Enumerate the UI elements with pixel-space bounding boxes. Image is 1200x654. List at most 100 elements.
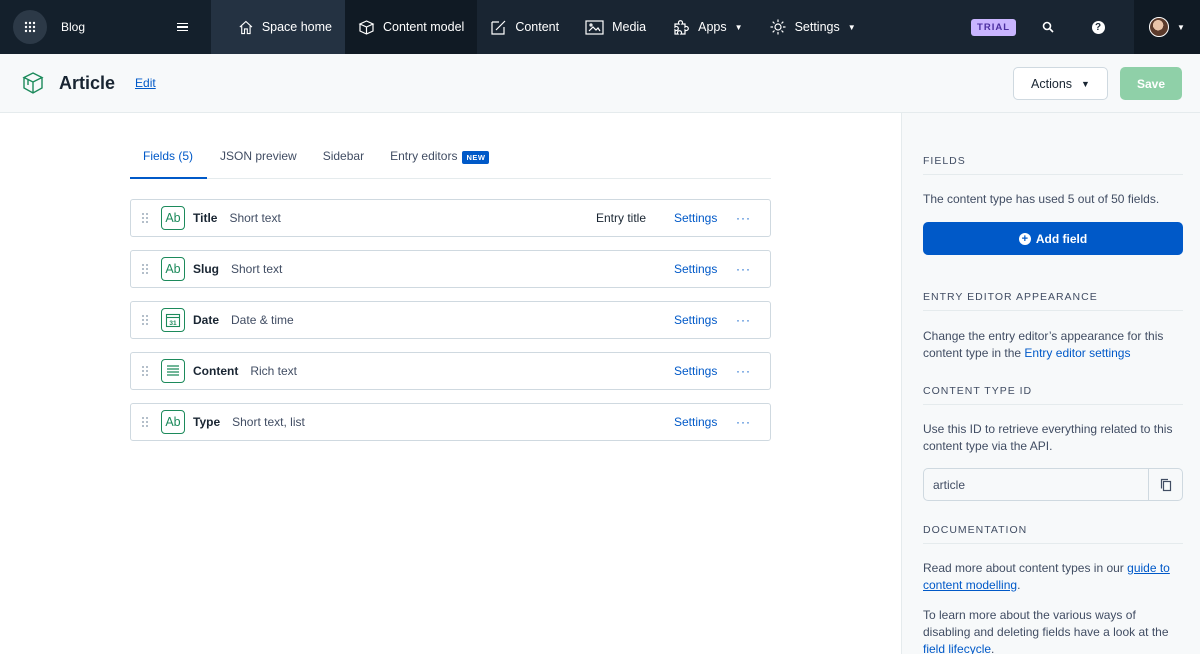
plus-icon: +	[1018, 232, 1031, 245]
nav-space-home[interactable]: Space home	[211, 0, 345, 54]
account-menu[interactable]: ▼	[1134, 0, 1200, 54]
field-type: Short text	[229, 211, 281, 225]
field-settings-link[interactable]: Settings	[674, 262, 717, 276]
gear-icon	[770, 19, 786, 35]
puzzle-icon	[674, 19, 690, 35]
content-model-icon	[358, 19, 375, 35]
nav-content-model[interactable]: Content model	[345, 0, 478, 54]
fields-usage-text: The content type has used 5 out of 50 fi…	[923, 192, 1160, 206]
calendar-icon: 31	[161, 308, 185, 332]
add-field-button[interactable]: + Add field	[923, 222, 1183, 255]
appearance-text: Change the entry editor’s appearance for…	[923, 328, 1183, 362]
field-name: Content	[193, 364, 239, 378]
tab-bar: Fields (5) JSON preview Sidebar Entry ed…	[130, 141, 771, 179]
nav-content[interactable]: Content	[477, 0, 572, 54]
content-type-id-field[interactable]: article	[923, 468, 1183, 501]
field-type: Date & time	[231, 313, 294, 327]
chevron-down-icon: ▼	[847, 22, 856, 32]
field-type: Short text	[231, 262, 283, 276]
text-icon: Ab	[161, 257, 185, 281]
fields-heading: FIELDS	[923, 155, 1183, 175]
field-settings-link[interactable]: Settings	[674, 211, 717, 225]
lifecycle-description: To learn more about the various ways of …	[923, 608, 1169, 639]
drag-handle-icon[interactable]	[142, 366, 148, 376]
field-name: Slug	[193, 262, 219, 276]
nav-media[interactable]: Media	[572, 0, 659, 54]
field-type: Short text, list	[232, 415, 305, 429]
content-model-icon	[22, 72, 44, 94]
field-row-type[interactable]: Ab Type Short text, list Settings ···	[130, 403, 771, 441]
text-icon: Ab	[161, 410, 185, 434]
drag-handle-icon[interactable]	[142, 315, 148, 325]
field-name: Type	[193, 415, 221, 429]
tab-label: Entry editors	[390, 149, 458, 163]
actions-label: Actions	[1031, 76, 1073, 91]
more-options-icon[interactable]: ···	[736, 415, 751, 429]
new-badge: NEW	[462, 151, 490, 164]
chevron-down-icon: ▼	[1081, 78, 1090, 89]
nav-label: Settings	[794, 20, 840, 34]
field-settings-link[interactable]: Settings	[674, 313, 717, 327]
pen-icon	[491, 20, 506, 35]
field-row-slug[interactable]: Ab Slug Short text Settings ···	[130, 250, 771, 288]
entry-editor-appearance-heading: ENTRY EDITOR APPEARANCE	[923, 291, 1183, 311]
home-icon	[239, 20, 253, 34]
add-field-label: Add field	[1035, 231, 1088, 246]
nav-label: Space home	[261, 20, 332, 34]
trial-badge[interactable]: TRIAL	[971, 18, 1016, 36]
page-header: Article Edit Actions ▼ Save	[0, 54, 1200, 113]
more-options-icon[interactable]: ···	[736, 262, 751, 276]
entry-editor-settings-link[interactable]: Entry editor settings	[1024, 346, 1130, 360]
documentation-heading: DOCUMENTATION	[923, 524, 1183, 544]
entry-title-label: Entry title	[596, 211, 647, 225]
field-settings-link[interactable]: Settings	[674, 364, 717, 378]
field-lifecycle-link[interactable]: field lifecycle	[923, 642, 991, 654]
documentation-description: Read more about content types in our	[923, 561, 1124, 575]
rich-text-icon	[161, 359, 185, 383]
nav-apps[interactable]: Apps ▼	[659, 0, 755, 54]
field-lifecycle-text: To learn more about the various ways of …	[923, 608, 1169, 654]
field-row-title[interactable]: Ab Title Short text Entry title Settings…	[130, 199, 771, 237]
help-icon[interactable]: ?	[1084, 13, 1112, 41]
nav-settings[interactable]: Settings ▼	[756, 0, 869, 54]
field-row-content[interactable]: Content Rich text Settings ···	[130, 352, 771, 390]
tab-entry-editors[interactable]: Entry editors NEW	[377, 141, 502, 179]
actions-button[interactable]: Actions ▼	[1013, 67, 1108, 100]
more-options-icon[interactable]: ···	[736, 211, 751, 225]
content-type-id-value: article	[933, 477, 966, 492]
space-switcher[interactable]: Blog	[0, 0, 211, 54]
chevron-down-icon: ▼	[734, 22, 743, 32]
tab-fields[interactable]: Fields (5)	[130, 141, 208, 179]
page-title: Article	[59, 72, 116, 93]
search-icon[interactable]	[1034, 13, 1062, 41]
calendar-day: 31	[169, 320, 177, 327]
content-type-id-heading: CONTENT TYPE ID	[923, 385, 1183, 405]
tab-json-preview[interactable]: JSON preview	[207, 141, 310, 179]
app-grid-icon[interactable]	[13, 10, 47, 44]
sidebar: FIELDS The content type has used 5 out o…	[901, 113, 1200, 654]
field-row-date[interactable]: 31 Date Date & time Settings ···	[130, 301, 771, 339]
drag-handle-icon[interactable]	[142, 417, 148, 427]
tab-sidebar[interactable]: Sidebar	[310, 141, 377, 179]
avatar	[1149, 17, 1170, 37]
menu-icon[interactable]	[177, 22, 197, 32]
space-name[interactable]: Blog	[61, 20, 153, 34]
drag-handle-icon[interactable]	[142, 264, 148, 274]
field-list: Ab Title Short text Entry title Settings…	[130, 199, 771, 454]
field-name: Title	[193, 211, 218, 225]
field-settings-link[interactable]: Settings	[674, 415, 717, 429]
content-type-id-text: Use this ID to retrieve everything relat…	[923, 422, 1173, 453]
nav-label: Apps	[698, 20, 727, 34]
text-icon: Ab	[161, 206, 185, 230]
main-content: Fields (5) JSON preview Sidebar Entry ed…	[0, 113, 901, 654]
more-options-icon[interactable]: ···	[736, 313, 751, 327]
field-type: Rich text	[250, 364, 298, 378]
edit-link[interactable]: Edit	[135, 76, 156, 90]
documentation-text: Read more about content types in our gui…	[923, 561, 1170, 592]
nav-label: Content model	[383, 20, 465, 34]
save-button[interactable]: Save	[1120, 67, 1182, 100]
more-options-icon[interactable]: ···	[736, 364, 751, 378]
top-navigation: Blog Space home Content model Content Me…	[0, 0, 1200, 54]
drag-handle-icon[interactable]	[142, 213, 148, 223]
copy-icon[interactable]	[1148, 469, 1182, 500]
